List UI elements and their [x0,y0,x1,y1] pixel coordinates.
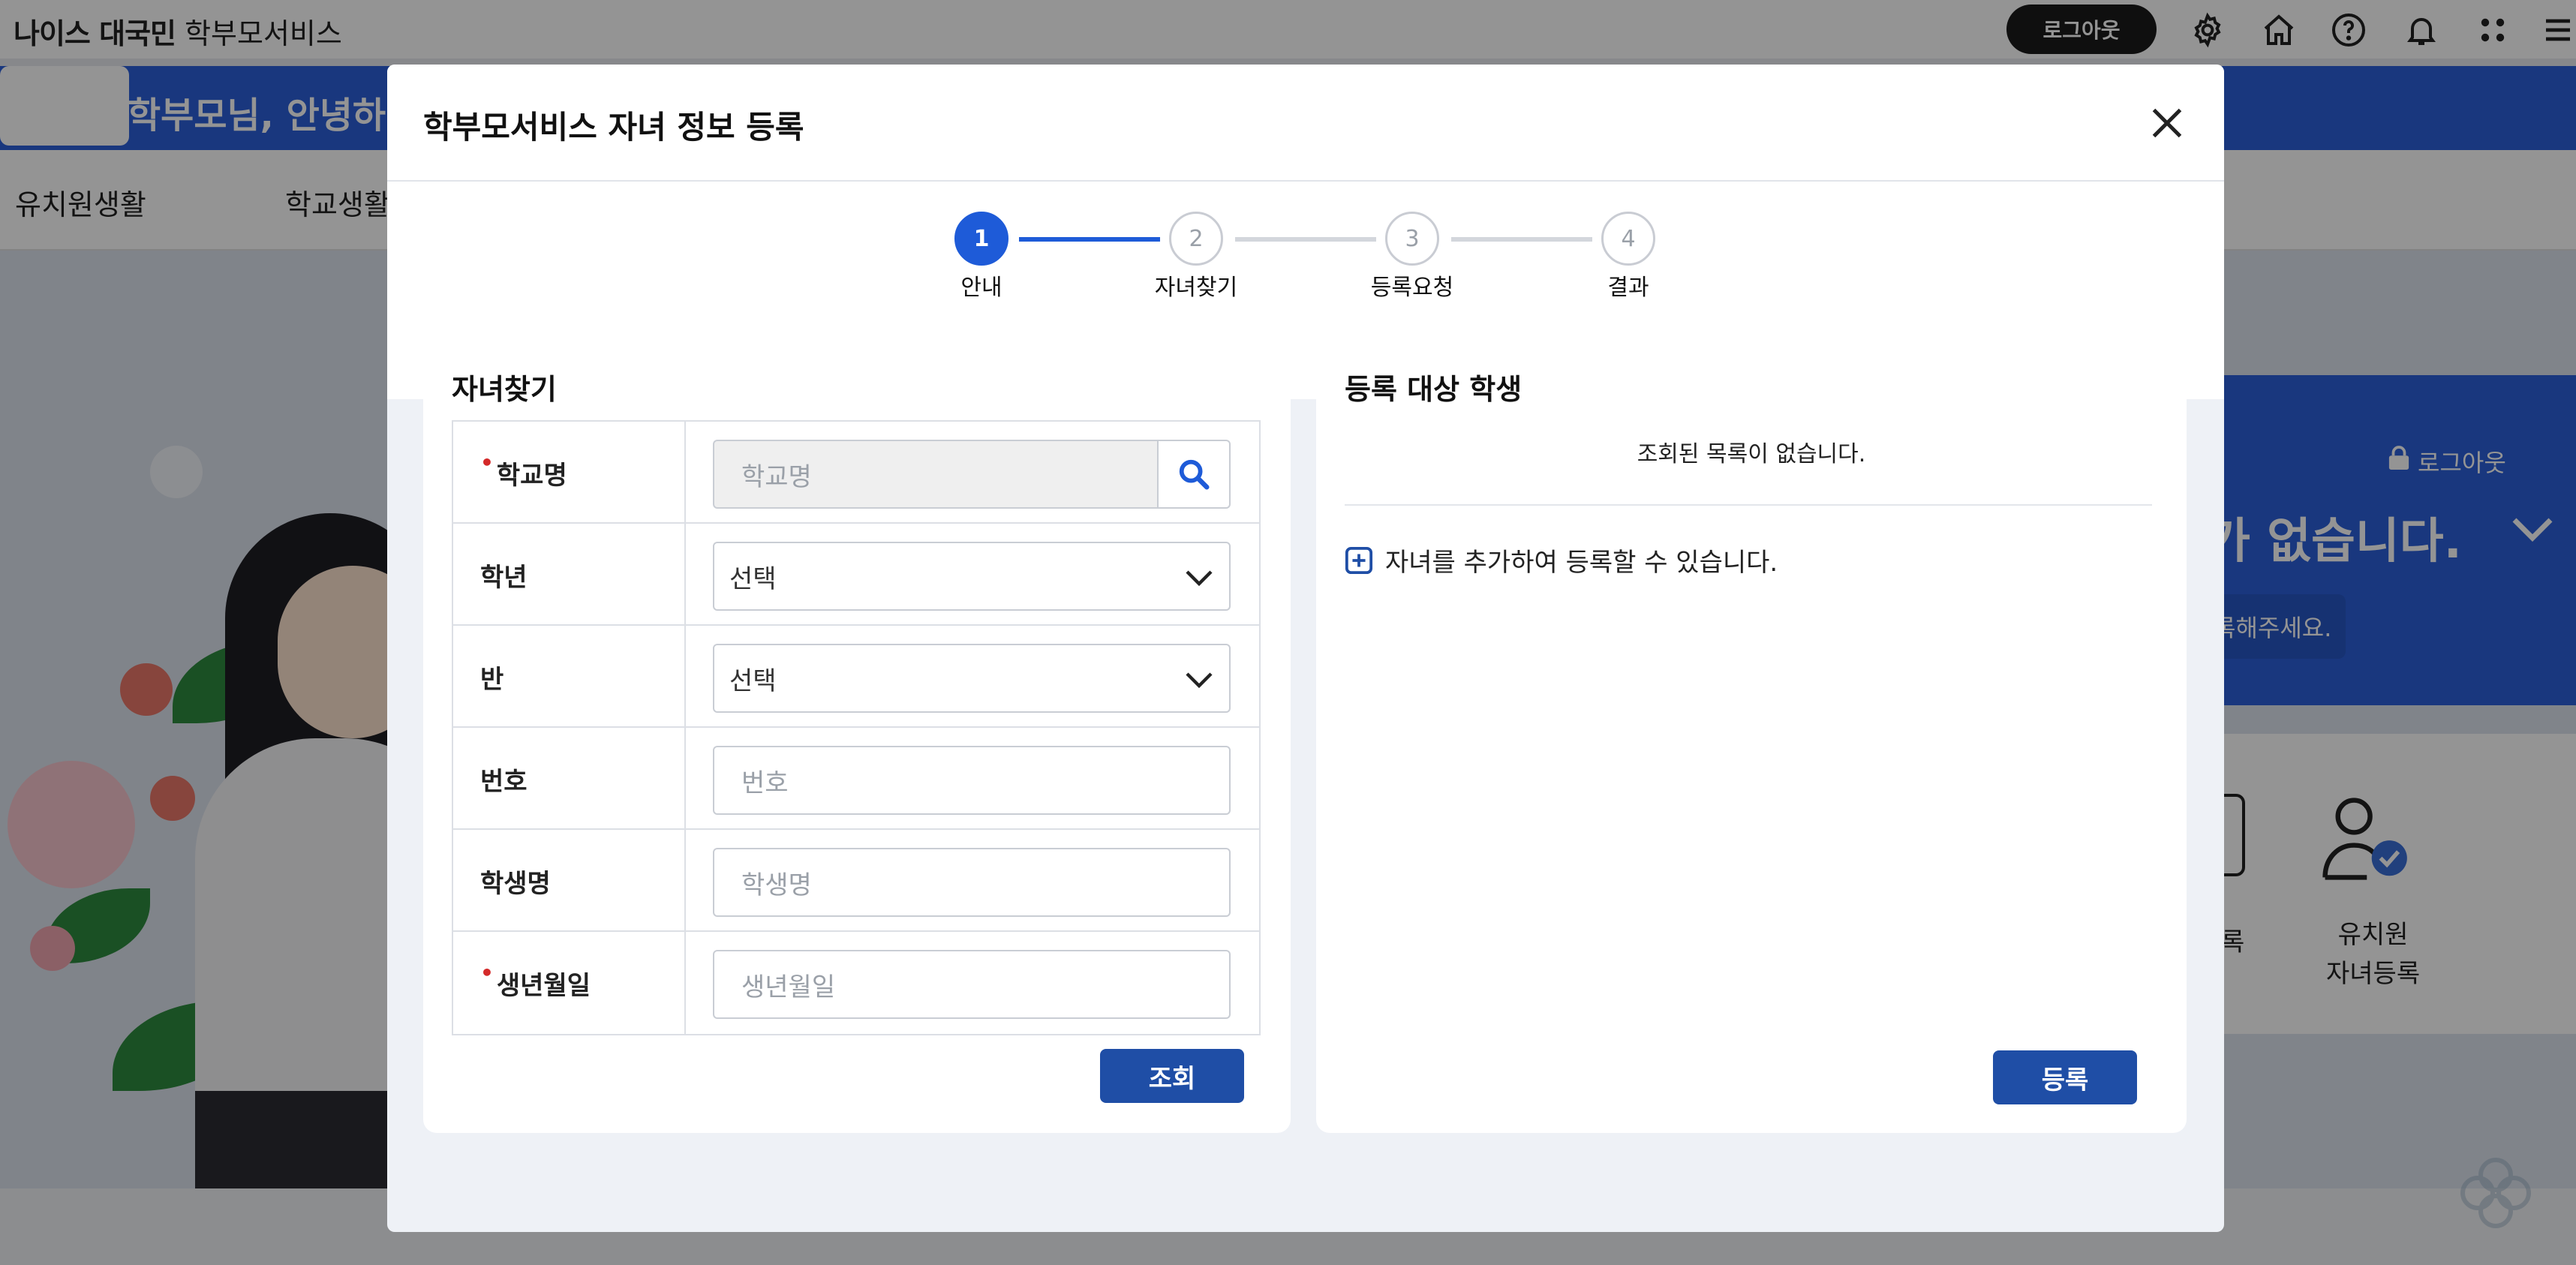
form-row-number: 번호 번호 [453,728,1259,830]
student-name-input[interactable]: 학생명 [713,848,1231,917]
form-row-class: 반 선택 [453,626,1259,728]
school-label: • 학교명 [453,422,686,524]
class-select-value: 선택 [729,666,777,696]
chevron-down-icon [1186,570,1213,587]
target-students-panel: 등록 대상 학생 조회된 목록이 없습니다. 자녀를 추가하여 등록할 수 있습… [1316,338,2187,1133]
step-connector-active [1019,237,1160,242]
search-submit-button[interactable]: 조회 [1100,1049,1244,1103]
find-child-title: 자녀찾기 [452,373,557,406]
form-row-school: • 학교명 학교명 [453,422,1259,524]
step-3-circle: 3 [1385,212,1439,266]
required-mark: • [480,449,494,475]
grade-select-value: 선택 [729,563,777,594]
form-row-grade: 학년 선택 [453,524,1259,626]
search-icon [1179,459,1210,490]
find-child-panel: 자녀찾기 • 학교명 학교명 학년 선택 반 선택 번호 번호 학생명 학생명 … [423,338,1291,1133]
step-2-label: 자녀찾기 [1154,275,1238,301]
step-4-circle: 4 [1601,212,1655,266]
class-select[interactable]: 선택 [713,644,1231,713]
step-2-circle: 2 [1169,212,1223,266]
birthdate-input[interactable]: 생년월일 [713,950,1231,1019]
required-mark: • [480,960,494,985]
student-name-label: 학생명 [453,830,686,932]
plus-square-icon[interactable] [1345,546,1373,575]
number-label: 번호 [453,728,686,830]
class-label: 반 [453,626,686,728]
add-child-text: 자녀를 추가하여 등록할 수 있습니다. [1385,548,1778,578]
step-1-circle: 1 [954,212,1008,266]
empty-list-message: 조회된 목록이 없습니다. [1637,441,1866,467]
school-search-button[interactable] [1159,440,1231,509]
search-form: • 학교명 학교명 학년 선택 반 선택 번호 번호 학생명 학생명 • 생년월… [452,420,1261,1035]
child-registration-dialog: 학부모서비스 자녀 정보 등록 1 2 3 4 안내 자녀찾기 등록요청 결과 … [387,65,2224,1232]
register-button[interactable]: 등록 [1993,1050,2137,1104]
step-4-label: 결과 [1607,275,1649,301]
add-child-hint: 자녀를 추가하여 등록할 수 있습니다. [1345,542,1778,578]
step-1-label: 안내 [960,275,1002,301]
form-row-student-name: 학생명 학생명 [453,830,1259,932]
birthdate-label-text: 생년월일 [496,970,591,1001]
grade-label: 학년 [453,524,686,626]
form-row-birthdate: • 생년월일 생년월일 [453,932,1259,1034]
number-input[interactable]: 번호 [713,746,1231,815]
birthdate-label: • 생년월일 [453,932,686,1034]
divider [1345,504,2152,506]
grade-select[interactable]: 선택 [713,542,1231,611]
target-students-title: 등록 대상 학생 [1345,373,1522,406]
step-3-label: 등록요청 [1370,275,1454,301]
step-connector [1451,237,1592,242]
school-label-text: 학교명 [496,460,567,491]
chevron-down-icon [1186,672,1213,689]
step-connector [1235,237,1376,242]
school-name-input[interactable]: 학교명 [713,440,1159,509]
